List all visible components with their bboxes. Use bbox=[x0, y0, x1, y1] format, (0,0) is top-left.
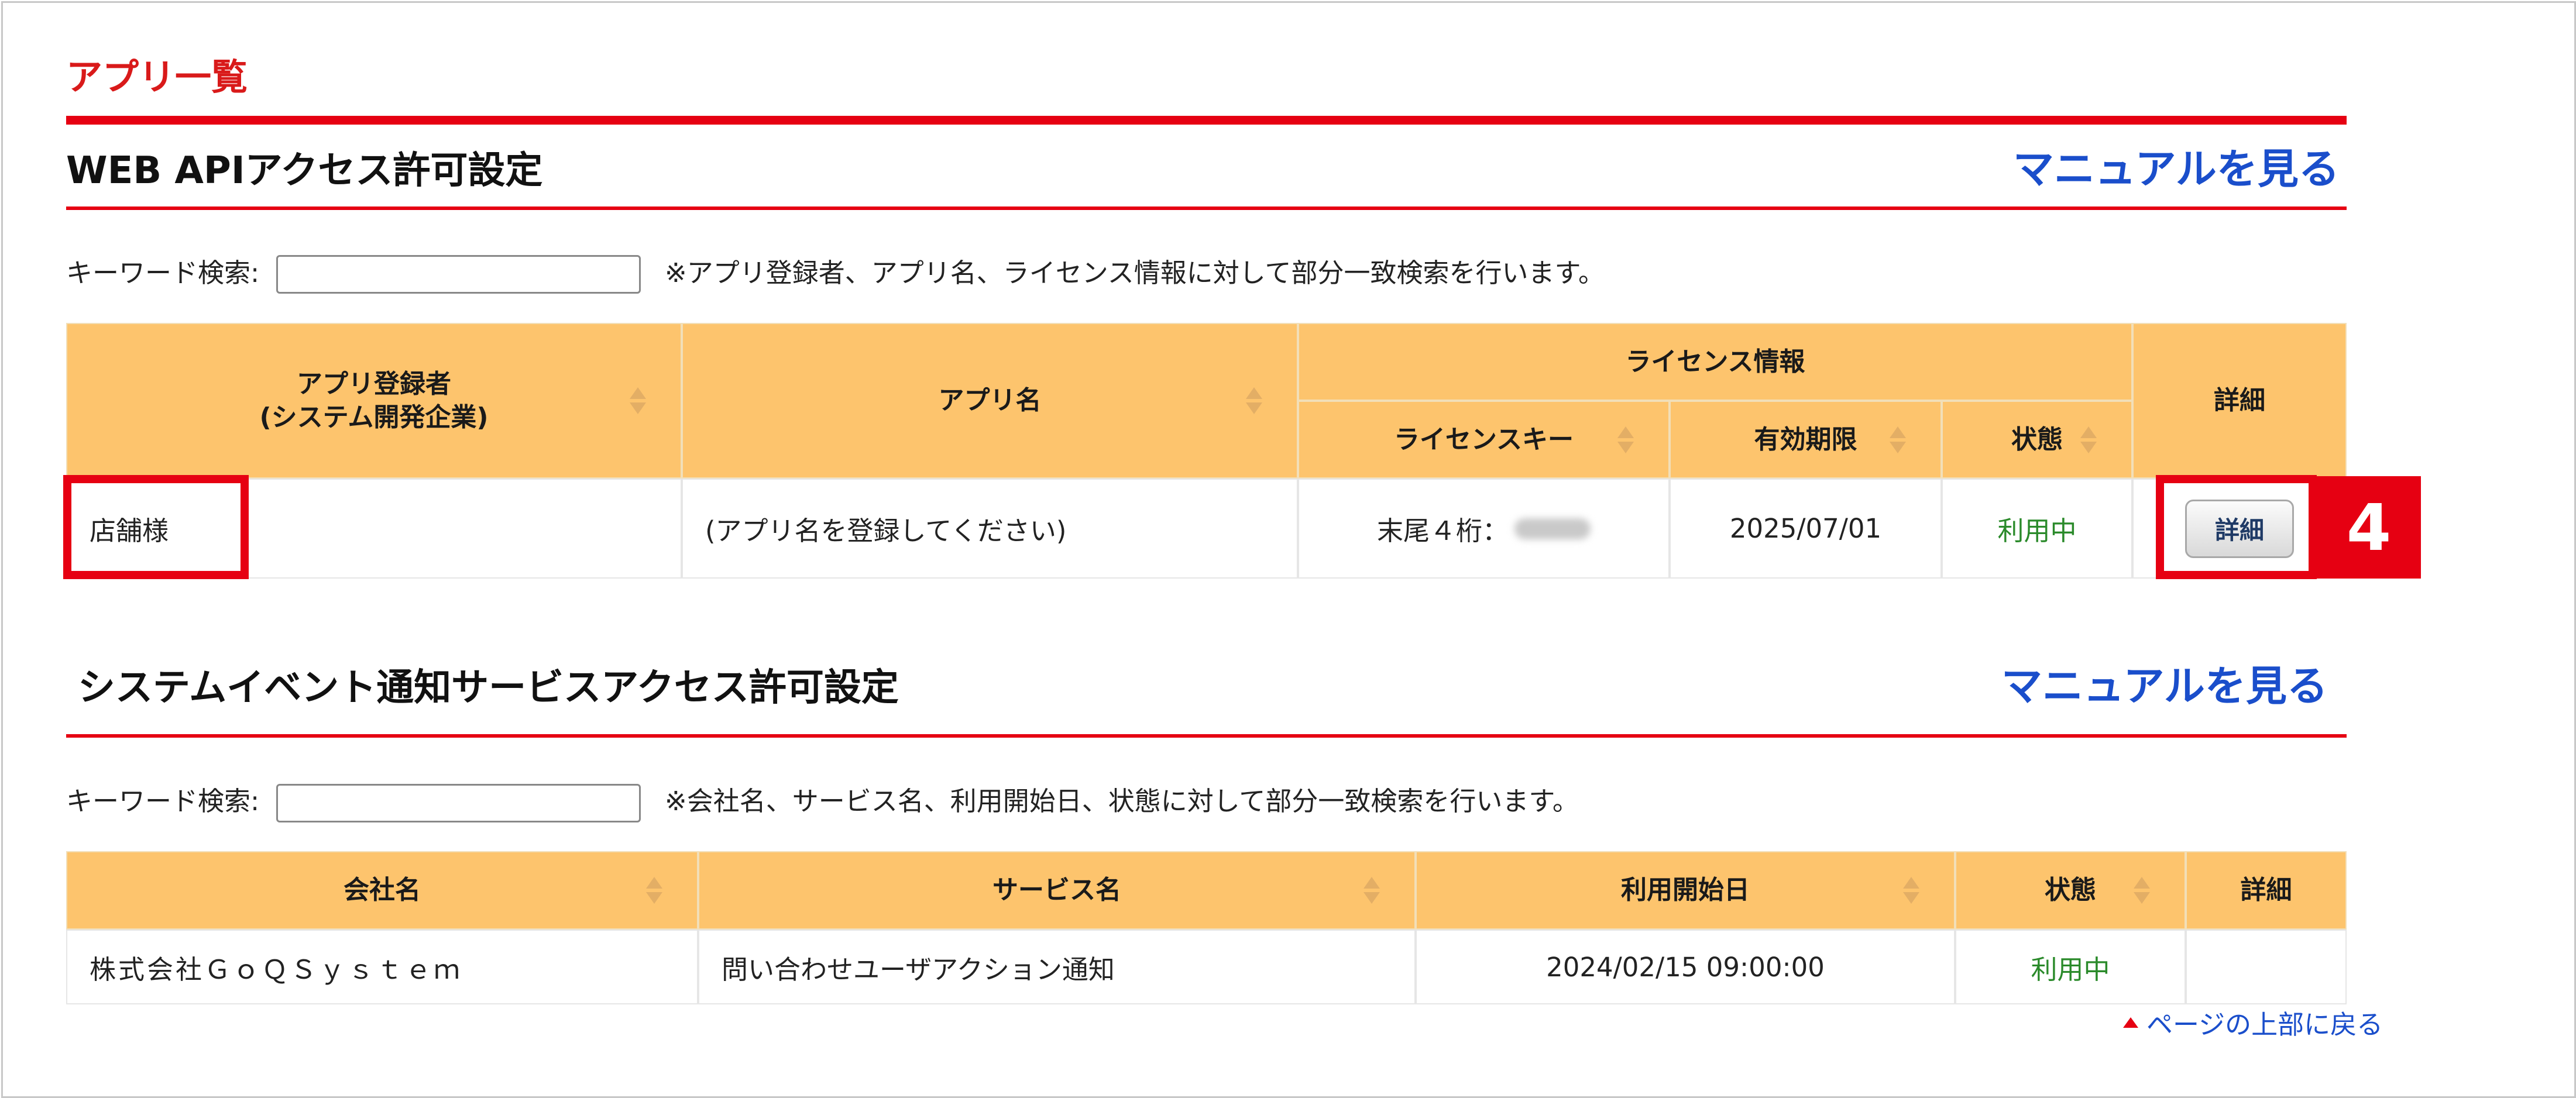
cell-start-date: 2024/02/15 09:00:00 bbox=[1416, 930, 1955, 1004]
cell-expiry: 2025/07/01 bbox=[1670, 479, 1942, 579]
web-api-manual-link[interactable]: マニュアルを見る bbox=[2013, 144, 2340, 194]
col-header-status-label: 状態 bbox=[2011, 424, 2063, 455]
col-header-start-date-label: 利用開始日 bbox=[1621, 875, 1750, 906]
col-header-expiry-label: 有効期限 bbox=[1754, 424, 1857, 455]
event-notify-manual-link[interactable]: マニュアルを見る bbox=[2001, 662, 2328, 711]
license-key-masked bbox=[1514, 518, 1591, 539]
event-notify-section-divider bbox=[66, 734, 2347, 738]
web-api-section-title: WEB APIアクセス許可設定 bbox=[66, 149, 543, 192]
sort-icon bbox=[644, 877, 664, 904]
cell-company: 株式会社ＧｏＱＳｙｓｔｅｍ bbox=[66, 930, 698, 1004]
sort-icon bbox=[1901, 877, 1921, 904]
event-notify-search-note: ※会社名、サービス名、利用開始日、状態に対して部分一致検索を行います。 bbox=[665, 786, 1579, 817]
col-header-start-date[interactable]: 利用開始日 bbox=[1416, 851, 1955, 930]
col-header-status-2-label: 状態 bbox=[2045, 875, 2096, 906]
back-to-top-label: ページの上部に戻る bbox=[2146, 1009, 2383, 1040]
sort-icon bbox=[628, 387, 648, 414]
col-header-company-label: 会社名 bbox=[344, 875, 421, 906]
col-header-registrant[interactable]: アプリ登録者 (システム開発企業) bbox=[66, 323, 682, 479]
event-notify-search-input[interactable] bbox=[276, 784, 641, 822]
col-header-license-key-label: ライセンスキー bbox=[1393, 424, 1574, 455]
col-header-status-2[interactable]: 状態 bbox=[1955, 851, 2186, 930]
col-header-registrant-label: アプリ登録者 (システム開発企業) bbox=[259, 369, 489, 432]
col-header-expiry[interactable]: 有効期限 bbox=[1670, 401, 1942, 479]
event-notify-section-title: システムイベント通知サービスアクセス許可設定 bbox=[78, 666, 899, 710]
page-title-divider bbox=[66, 116, 2347, 125]
cell-app-name: (アプリ名を登録してください) bbox=[682, 479, 1298, 579]
sort-icon bbox=[1244, 387, 1264, 414]
web-api-search-label: キーワード検索: bbox=[66, 257, 260, 288]
license-key-prefix: 末尾４桁： bbox=[1376, 515, 1509, 546]
back-to-top-link[interactable]: ページの上部に戻る bbox=[2123, 1003, 2383, 1041]
col-header-service[interactable]: サービス名 bbox=[698, 851, 1416, 930]
col-header-service-label: サービス名 bbox=[992, 875, 1121, 906]
col-header-license-info: ライセンス情報 bbox=[1298, 323, 2132, 401]
sort-icon bbox=[1616, 426, 1636, 453]
highlight-detail-button bbox=[2156, 475, 2317, 579]
sort-icon bbox=[1362, 877, 1382, 904]
col-header-app-name-label: アプリ名 bbox=[938, 385, 1042, 416]
cell-detail-2 bbox=[2186, 930, 2347, 1004]
page-title: アプリ一覧 bbox=[66, 56, 248, 98]
col-header-detail-2: 詳細 bbox=[2186, 851, 2347, 930]
col-header-company[interactable]: 会社名 bbox=[66, 851, 698, 930]
status-badge: 利用中 bbox=[1955, 930, 2186, 1004]
cell-license-key: 末尾４桁： bbox=[1298, 479, 1670, 579]
col-header-detail: 詳細 bbox=[2132, 323, 2347, 479]
web-api-search-input[interactable] bbox=[276, 255, 641, 294]
web-api-search-note: ※アプリ登録者、アプリ名、ライセンス情報に対して部分一致検索を行います。 bbox=[665, 257, 1605, 288]
sort-icon bbox=[2132, 877, 2152, 904]
col-header-license-key[interactable]: ライセンスキー bbox=[1298, 401, 1670, 479]
col-header-app-name[interactable]: アプリ名 bbox=[682, 323, 1298, 479]
col-header-status[interactable]: 状態 bbox=[1942, 401, 2132, 479]
step-number-badge: 4 bbox=[2317, 476, 2421, 579]
up-triangle-icon bbox=[2123, 1017, 2138, 1028]
status-badge: 利用中 bbox=[1942, 479, 2132, 579]
event-notify-search-label: キーワード検索: bbox=[66, 786, 260, 817]
cell-service: 問い合わせユーザアクション通知 bbox=[698, 930, 1416, 1004]
sort-icon bbox=[2079, 426, 2098, 453]
sort-icon bbox=[1888, 426, 1908, 453]
web-api-section-divider bbox=[66, 206, 2347, 210]
highlight-registrant bbox=[63, 475, 249, 579]
